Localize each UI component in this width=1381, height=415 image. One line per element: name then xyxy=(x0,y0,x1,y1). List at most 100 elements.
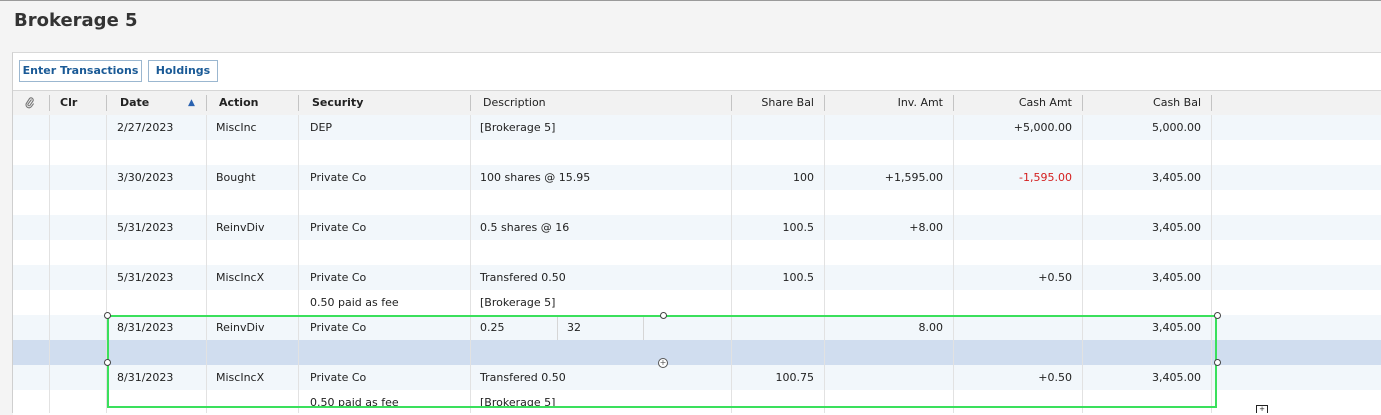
cell-cash-bal xyxy=(1084,190,1201,215)
cell-action: ReinvDiv xyxy=(216,221,265,234)
cell-action: MiscInc xyxy=(216,121,257,134)
cell-inv-amt[interactable]: 8.00 xyxy=(826,315,944,340)
column-header-description[interactable]: Description xyxy=(483,91,546,115)
column-divider[interactable] xyxy=(731,95,732,111)
cell-security: Private Co xyxy=(310,271,367,284)
cell-cash-amt: -1,595.00 xyxy=(1019,171,1072,184)
column-header-clr[interactable]: Clr xyxy=(60,91,77,115)
column-divider[interactable] xyxy=(49,95,50,111)
enter-transactions-button[interactable]: Enter Transactions xyxy=(19,60,142,82)
column-divider[interactable] xyxy=(1082,95,1083,111)
table-row[interactable]: 3/30/2023 Bought Private Co 100 shares @… xyxy=(13,165,1381,190)
cell-share-bal: 100.5 xyxy=(782,221,815,234)
cell-description: [Brokerage 5] xyxy=(480,121,556,134)
column-header-security[interactable]: Security xyxy=(312,91,363,115)
cell-cash-amt xyxy=(955,390,1072,415)
cell-date: 2/27/2023 xyxy=(117,121,174,134)
cell-share-bal: 100.5 xyxy=(782,271,815,284)
grid-line xyxy=(1211,115,1212,413)
cell-security: Private Co xyxy=(310,221,367,234)
column-divider[interactable] xyxy=(470,95,471,111)
cell-share-bal xyxy=(733,190,814,215)
grid-line xyxy=(470,115,471,413)
cell-description-extra[interactable]: 32 xyxy=(567,315,581,340)
table-row[interactable]: 2/27/2023 MiscInc DEP [Brokerage 5] +5,0… xyxy=(13,115,1381,140)
cell-security: 0.50 paid as fee xyxy=(310,396,399,409)
cell-cash-amt xyxy=(955,215,1072,240)
cell-cash-amt: +5,000.00 xyxy=(1013,121,1072,134)
window-top-border xyxy=(0,0,1381,1)
cell-share-bal: 100.75 xyxy=(775,371,815,384)
table-row[interactable] xyxy=(13,240,1381,265)
resize-handle[interactable] xyxy=(1214,312,1221,319)
cell-share-bal xyxy=(733,290,814,315)
cell-description: [Brokerage 5] xyxy=(480,296,556,309)
page-title: Brokerage 5 xyxy=(14,10,138,31)
cell-security: 0.50 paid as fee xyxy=(310,296,399,309)
cell-description: 0.5 shares @ 16 xyxy=(480,221,570,234)
move-handle-icon[interactable]: + xyxy=(658,358,668,368)
cell-cash-amt xyxy=(955,190,1072,215)
table-row[interactable] xyxy=(13,190,1381,215)
cell-cash-bal xyxy=(1084,140,1201,165)
table-row[interactable]: 0.50 paid as fee [Brokerage 5] xyxy=(13,290,1381,315)
column-divider[interactable] xyxy=(206,95,207,111)
cell-share-bal xyxy=(733,390,814,415)
holdings-button[interactable]: Holdings xyxy=(148,60,218,82)
table-row[interactable]: 8/31/2023 MiscIncX Private Co Transfered… xyxy=(13,365,1381,390)
cell-description[interactable]: 0.25 xyxy=(480,315,505,340)
table-row[interactable] xyxy=(13,340,1381,365)
column-divider[interactable] xyxy=(106,95,107,111)
cell-date[interactable]: 8/31/2023 xyxy=(117,315,173,340)
column-header-cash-bal[interactable]: Cash Bal xyxy=(1084,91,1201,115)
cell-security[interactable]: Private Co xyxy=(310,315,366,340)
cell-cash-bal xyxy=(1084,340,1201,365)
cell-cash-bal xyxy=(1084,390,1201,415)
resize-handle[interactable] xyxy=(660,312,667,319)
column-divider[interactable] xyxy=(953,95,954,111)
cell-share-bal xyxy=(733,240,814,265)
cell-cash-bal[interactable]: 3,405.00 xyxy=(1084,315,1201,340)
cell-description: Transfered 0.50 xyxy=(480,271,566,284)
sort-ascending-icon: ▲ xyxy=(188,98,195,108)
resize-handle[interactable] xyxy=(1214,359,1221,366)
cell-action[interactable]: ReinvDiv xyxy=(216,315,265,340)
column-divider[interactable] xyxy=(298,95,299,111)
cell-security: Private Co xyxy=(310,171,367,184)
column-divider[interactable] xyxy=(824,95,825,111)
cell-security: DEP xyxy=(310,121,333,134)
cell-cash-amt xyxy=(955,340,1072,365)
cell-share-bal[interactable] xyxy=(733,315,814,340)
cell-description: [Brokerage 5] xyxy=(480,396,556,409)
column-header-action[interactable]: Action xyxy=(219,91,258,115)
cell-action: MiscIncX xyxy=(216,371,265,384)
table-row[interactable]: 5/31/2023 ReinvDiv Private Co 0.5 shares… xyxy=(13,215,1381,240)
cell-cash-amt: +0.50 xyxy=(1038,271,1072,284)
cell-inv-amt xyxy=(826,190,943,215)
column-header-inv-amt[interactable]: Inv. Amt xyxy=(826,91,943,115)
table-row[interactable]: 0.50 paid as fee [Brokerage 5] xyxy=(13,390,1381,415)
column-divider[interactable] xyxy=(1211,95,1212,111)
cell-share-bal: 100 xyxy=(793,171,814,184)
cell-cash-bal: 3,405.00 xyxy=(1152,271,1201,284)
table-row[interactable]: 8/31/2023 ReinvDiv Private Co 0.25 32 8.… xyxy=(13,315,1381,340)
column-header-cash-amt[interactable]: Cash Amt xyxy=(955,91,1072,115)
cell-inv-amt: +1,595.00 xyxy=(884,171,943,184)
paperclip-icon[interactable] xyxy=(25,91,35,115)
cell-cash-bal: 3,405.00 xyxy=(1152,221,1201,234)
table-row[interactable] xyxy=(13,140,1381,165)
cell-inv-amt: +8.00 xyxy=(909,221,943,234)
column-header-share-bal[interactable]: Share Bal xyxy=(733,91,814,115)
resize-handle[interactable] xyxy=(104,312,111,319)
table-row[interactable]: 5/31/2023 MiscIncX Private Co Transfered… xyxy=(13,265,1381,290)
cell-cash-amt[interactable] xyxy=(955,315,1072,340)
cell-cash-bal: 3,405.00 xyxy=(1152,171,1201,184)
grid-line xyxy=(953,115,954,413)
cell-cash-bal: 5,000.00 xyxy=(1152,121,1201,134)
cell-date: 8/31/2023 xyxy=(117,371,174,384)
cell-security: Private Co xyxy=(310,371,367,384)
column-header-date[interactable]: Date xyxy=(120,91,149,115)
cell-inv-amt xyxy=(826,290,943,315)
cell-inv-amt xyxy=(826,240,943,265)
resize-handle[interactable] xyxy=(104,359,111,366)
